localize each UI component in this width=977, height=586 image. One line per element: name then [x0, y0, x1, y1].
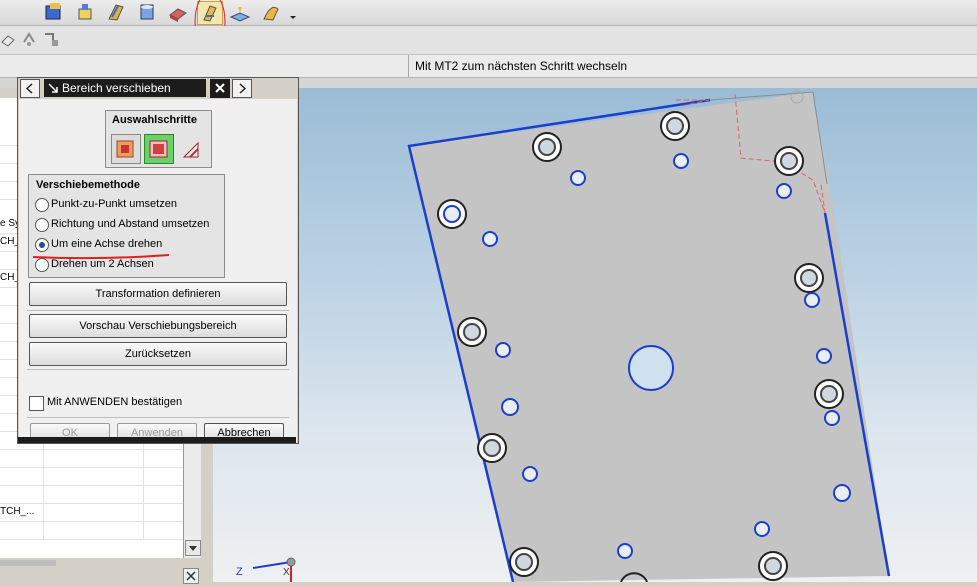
column-divider: [143, 504, 144, 521]
sheetmetal-icon[interactable]: [104, 1, 128, 23]
navigator-footer: [0, 558, 213, 584]
select-region-step-icon[interactable]: [111, 134, 141, 164]
column-divider: [43, 486, 44, 503]
close-icon: [215, 83, 225, 93]
define-transform-button[interactable]: Transformation definieren: [29, 282, 287, 306]
surface-icon[interactable]: [166, 1, 190, 23]
preview-region-button[interactable]: Vorschau Verschiebungsbereich: [29, 314, 287, 338]
divider: [27, 310, 289, 311]
previous-step-button[interactable]: [20, 79, 40, 98]
dialog-bottom-bar: [18, 437, 296, 443]
footer-divider: [0, 560, 56, 566]
selection-steps-title: Auswahlschritte: [112, 114, 197, 126]
radio-button-selected[interactable]: [35, 238, 49, 252]
x-axis-label: X: [283, 567, 290, 578]
dialog-title-bar: Bereich verschieben: [44, 79, 206, 97]
drawing-icon[interactable]: [135, 1, 159, 23]
cue-text: Mit MT2 zum nächsten Schritt wechseln: [415, 59, 628, 73]
chevron-down-icon[interactable]: [287, 1, 299, 23]
cue-line: Mit MT2 zum nächsten Schritt wechseln: [0, 55, 977, 78]
divider: [27, 417, 289, 418]
bend-icon[interactable]: [259, 1, 283, 23]
secondary-toolbar: [0, 26, 977, 55]
column-divider: [43, 468, 44, 485]
column-divider: [143, 522, 144, 539]
center-hole: [628, 345, 674, 391]
reset-button[interactable]: Zurücksetzen: [29, 342, 287, 366]
eraser-icon[interactable]: [0, 32, 16, 51]
undo-pick-icon[interactable]: [20, 30, 38, 51]
radio-button[interactable]: [35, 198, 49, 212]
cue-separator: [408, 55, 409, 77]
dialog-titlebar[interactable]: Bereich verschieben: [18, 78, 298, 98]
move-method-title: Verschiebemethode: [36, 179, 140, 191]
column-divider: [43, 522, 44, 539]
part-model[interactable]: Z X: [213, 88, 977, 583]
chevron-down-icon: [189, 546, 197, 551]
radio-label: Um eine Achse drehen: [51, 238, 163, 250]
radio-label: Richtung und Abstand umsetzen: [51, 218, 210, 230]
move-region-dialog: Bereich verschieben Auswahlschritte Vers…: [17, 77, 299, 444]
chevron-right-icon: [239, 83, 247, 94]
confirm-with-apply-label: Mit ANWENDEN bestätigen: [47, 396, 183, 408]
triad-origin: [286, 557, 296, 567]
dialog-close-button[interactable]: [210, 79, 230, 98]
transform-step-icon[interactable]: [177, 134, 207, 164]
selection-steps-group: Auswahlschritte: [105, 110, 212, 168]
table-row[interactable]: [0, 468, 183, 486]
column-divider: [43, 450, 44, 467]
column-divider: [143, 468, 144, 485]
radio-button[interactable]: [35, 218, 49, 232]
next-step-button[interactable]: [232, 79, 252, 98]
table-cell: TCH_...: [0, 506, 35, 517]
graphics-viewport[interactable]: Z X: [213, 88, 977, 583]
move-tool-icon: [48, 83, 58, 93]
column-divider: [143, 450, 144, 467]
annotation-underline: [32, 254, 170, 260]
radio-label: Punkt-zu-Punkt umsetzen: [51, 198, 177, 210]
dialog-title: Bereich verschieben: [62, 81, 171, 95]
z-axis-label: Z: [236, 566, 243, 578]
table-row[interactable]: [0, 522, 183, 540]
part-icon[interactable]: [42, 1, 66, 23]
scroll-down-button[interactable]: [185, 540, 201, 556]
table-row[interactable]: [0, 450, 183, 468]
pick-filter-icon[interactable]: [42, 30, 60, 51]
column-divider: [143, 486, 144, 503]
main-toolbar: [0, 0, 977, 26]
divider: [27, 369, 289, 370]
column-divider: [43, 504, 44, 521]
dialog-body: Auswahlschritte Verschiebemethode Punkt-…: [19, 99, 297, 443]
move-method-group: Verschiebemethode Punkt-zu-Punkt umsetze…: [28, 174, 225, 278]
confirm-with-apply-checkbox[interactable]: [29, 396, 44, 411]
flatten-icon[interactable]: [228, 1, 252, 23]
select-face-step-icon[interactable]: [144, 134, 174, 164]
table-row[interactable]: TCH_...: [0, 504, 183, 522]
table-row[interactable]: [0, 486, 183, 504]
assembly-icon[interactable]: [73, 1, 97, 23]
chevron-left-icon: [25, 83, 33, 94]
